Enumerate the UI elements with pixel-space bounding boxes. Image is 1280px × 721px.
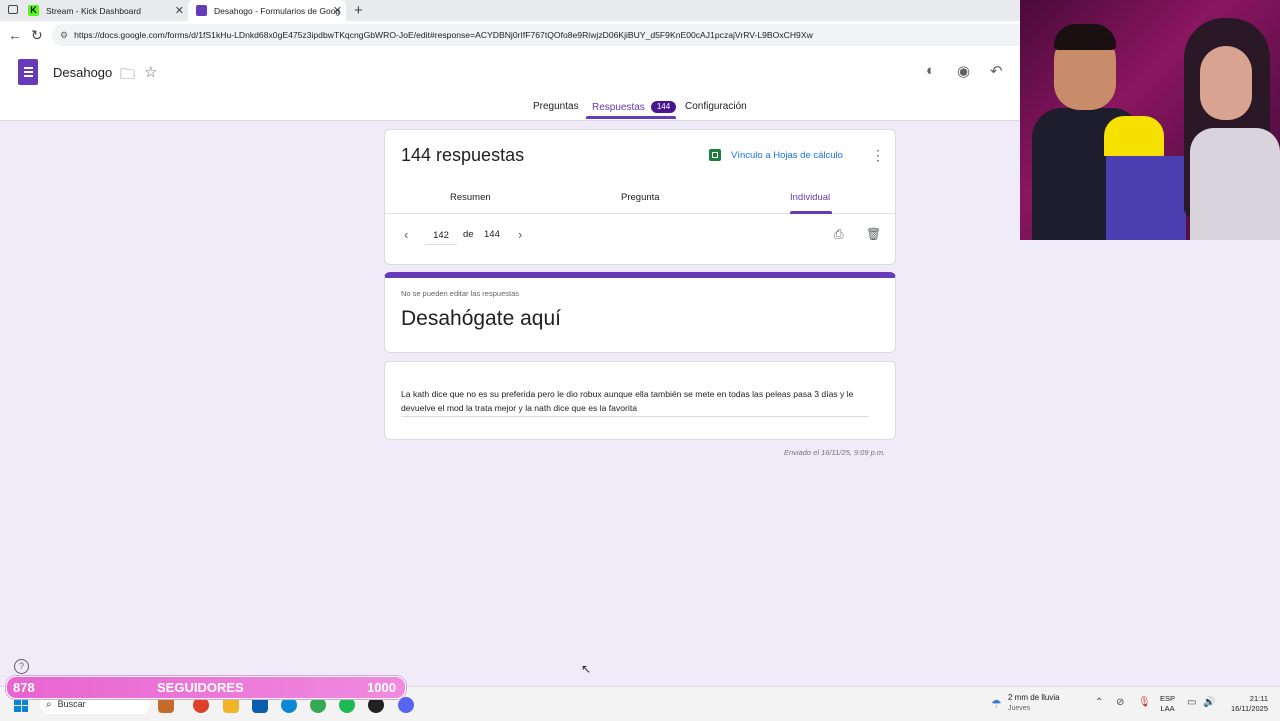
- volume-icon[interactable]: 🔊: [1203, 697, 1215, 708]
- tab-label: Stream - Kick Dashboard: [46, 5, 141, 16]
- delete-icon[interactable]: 🗑: [866, 227, 881, 241]
- close-tab-icon[interactable]: ✕: [175, 4, 184, 17]
- clock-date: 16/11/2025: [1231, 704, 1268, 713]
- link-to-sheets-button[interactable]: Vínculo a Hojas de cálculo: [709, 149, 843, 161]
- pager-total: 144: [484, 229, 500, 240]
- edge-icon[interactable]: [281, 697, 297, 713]
- discord-icon[interactable]: [398, 697, 414, 713]
- display-icon[interactable]: ▭: [1187, 697, 1196, 708]
- folder-icon[interactable]: 🗀: [120, 64, 135, 89]
- pager-of-label: de: [463, 229, 474, 240]
- spotify-icon[interactable]: [339, 697, 355, 713]
- responses-card: 144 respuestas Vínculo a Hojas de cálcul…: [384, 129, 896, 265]
- answer-text: La kath dice que no es su preferida pero…: [401, 388, 869, 417]
- new-tab-icon[interactable]: +: [354, 2, 363, 19]
- form-title-card: No se pueden editar las respuestas Desah…: [384, 272, 896, 353]
- link-to-sheets-label: Vínculo a Hojas de cálculo: [731, 149, 843, 161]
- close-tab-icon[interactable]: ✕: [333, 4, 342, 17]
- tab-kick-dashboard[interactable]: K Stream - Kick Dashboard ✕: [28, 0, 188, 21]
- answer-card: La kath dice que no es su preferida pero…: [384, 361, 896, 440]
- followers-label: SEGUIDORES: [157, 680, 244, 695]
- tab-summary[interactable]: Resumen: [450, 192, 491, 203]
- submitted-timestamp: Enviado el 16/11/25, 9:09 p.m.: [784, 448, 886, 457]
- palette-icon[interactable]: ◐: [926, 62, 935, 79]
- url-field[interactable]: ⚙ https://docs.google.com/forms/d/1fS1kHu…: [52, 24, 1032, 46]
- response-form-title: Desahógate aquí: [401, 307, 561, 330]
- weather-rain-icon: ☂: [991, 697, 1002, 711]
- store-icon[interactable]: [252, 697, 268, 713]
- reload-icon[interactable]: ↻: [31, 27, 43, 44]
- taskbar-app-icon[interactable]: [193, 697, 209, 713]
- site-info-icon[interactable]: ⚙: [60, 24, 68, 46]
- response-number-field[interactable]: 142: [425, 228, 457, 245]
- form-title[interactable]: Desahogo: [53, 65, 112, 80]
- tab-responses[interactable]: Respuestas 144: [592, 101, 677, 113]
- followers-goal: 1000: [367, 680, 396, 695]
- lang-code: ESP: [1160, 694, 1176, 703]
- undo-icon[interactable]: ↶: [990, 62, 1003, 80]
- webcam-overlay: [1020, 0, 1280, 240]
- star-icon[interactable]: ☆: [144, 63, 157, 81]
- clock-time: 21:11: [1249, 694, 1268, 703]
- help-icon[interactable]: ?: [14, 659, 29, 674]
- url-text: https://docs.google.com/forms/d/1fS1kHu-…: [74, 30, 813, 40]
- back-icon[interactable]: ←: [8, 27, 22, 43]
- print-icon[interactable]: ⎙: [834, 227, 844, 242]
- tab-google-forms[interactable]: Desahogo - Formularios de Goog ✕: [188, 0, 346, 21]
- obs-icon[interactable]: [368, 697, 384, 713]
- taskbar-app-icon[interactable]: [158, 697, 174, 713]
- forms-favicon-icon: [196, 5, 207, 16]
- tab-individual[interactable]: Individual: [790, 192, 830, 203]
- next-response-icon[interactable]: ›: [518, 227, 522, 242]
- tab-actions-icon[interactable]: [8, 5, 18, 14]
- previous-response-icon[interactable]: ‹: [404, 227, 408, 242]
- streamer-left: [1032, 20, 1186, 240]
- tab-question[interactable]: Pregunta: [621, 192, 660, 203]
- active-tab-indicator: [586, 116, 676, 119]
- tab-questions[interactable]: Preguntas: [533, 101, 579, 112]
- mouse-cursor-icon: ↖: [581, 662, 592, 676]
- kick-favicon-icon: K: [28, 5, 39, 16]
- sheets-icon: [709, 149, 721, 161]
- tab-responses-label: Respuestas: [592, 102, 645, 113]
- preview-eye-icon[interactable]: ◉: [957, 62, 970, 80]
- followers-goal-bar: 878 SEGUIDORES 1000: [6, 676, 406, 699]
- chrome-icon[interactable]: [310, 697, 326, 713]
- responses-heading: 144 respuestas: [401, 145, 525, 165]
- show-hidden-icons-icon[interactable]: ⌃: [1095, 697, 1103, 708]
- network-off-icon[interactable]: ⊘: [1116, 697, 1124, 708]
- google-forms-logo-icon[interactable]: [18, 59, 38, 85]
- file-explorer-icon[interactable]: [223, 697, 239, 713]
- search-label: Buscar: [57, 699, 86, 709]
- active-subtab-indicator: [790, 211, 832, 214]
- followers-current: 878: [13, 680, 35, 695]
- more-options-icon[interactable]: ⋮: [871, 147, 885, 164]
- responses-count-badge: 144: [650, 101, 677, 113]
- tab-settings[interactable]: Configuración: [685, 101, 747, 112]
- streamer-right: [1170, 10, 1280, 240]
- tab-label: Desahogo - Formularios de Goog: [214, 5, 341, 16]
- edit-disabled-note: No se pueden editar las respuestas: [401, 289, 519, 298]
- microphone-icon[interactable]: 🎙: [1138, 697, 1151, 708]
- windows-start-icon[interactable]: [14, 698, 28, 712]
- system-clock[interactable]: 21:11 16/11/2025: [1222, 694, 1268, 714]
- lang-layout: LAA: [1160, 704, 1175, 713]
- input-language[interactable]: ESP LAA: [1160, 694, 1175, 714]
